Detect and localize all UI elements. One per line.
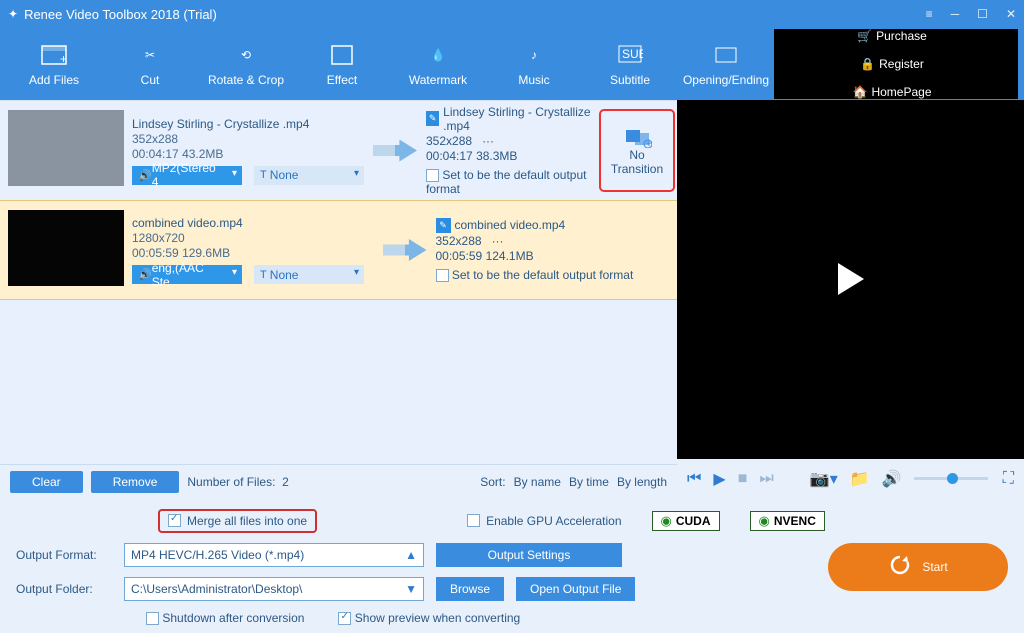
file-resolution: 352x288: [132, 132, 364, 146]
subtitle-button[interactable]: SUBSubtitle: [582, 32, 678, 96]
output-format-label: Output Format:: [16, 548, 112, 562]
home-icon: 🏠: [853, 85, 868, 99]
purchase-link[interactable]: 🛒Purchase: [857, 29, 927, 43]
player-stop-button[interactable]: ■: [738, 470, 748, 488]
rotate-crop-button[interactable]: ⟲Rotate & Crop: [198, 32, 294, 96]
add-files-button[interactable]: +Add Files: [6, 32, 102, 96]
add-files-icon: +: [40, 41, 68, 69]
file-name: combined video.mp4: [132, 216, 374, 230]
nvenc-badge: ◉NVENC: [750, 511, 825, 531]
sort-by-length[interactable]: By length: [617, 475, 667, 489]
file-duration-size: 00:04:17 43.2MB: [132, 147, 364, 161]
subtitle-dropdown[interactable]: T None: [254, 265, 364, 284]
arrow-icon: [374, 201, 436, 299]
volume-icon[interactable]: 🔊: [882, 469, 902, 489]
lock-icon: 🔒: [860, 57, 875, 71]
output-file-name: combined video.mp4: [455, 218, 566, 232]
output-file-name: Lindsey Stirling - Crystallize .mp4: [443, 105, 599, 133]
transition-icon: +: [622, 126, 652, 148]
file-row[interactable]: combined video.mp4 1280x720 00:05:59 129…: [0, 200, 677, 300]
file-thumbnail: [8, 210, 124, 286]
music-icon: ♪: [520, 41, 548, 69]
scissors-icon: ✂: [136, 41, 164, 69]
open-folder-icon[interactable]: 📁: [850, 469, 870, 489]
effect-button[interactable]: Effect: [294, 32, 390, 96]
watermark-icon: 💧: [424, 41, 452, 69]
maximize-icon[interactable]: ☐: [977, 7, 988, 21]
subtitle-icon: SUB: [616, 41, 644, 69]
start-button[interactable]: Start: [828, 543, 1008, 591]
file-count-label: Number of Files: 2: [187, 475, 288, 489]
player-play-button[interactable]: ▶: [713, 469, 725, 489]
opening-ending-button[interactable]: Opening/Ending: [678, 32, 774, 96]
remove-button[interactable]: Remove: [91, 471, 180, 493]
player-next-button[interactable]: ⏭: [759, 470, 773, 488]
output-format-dropdown[interactable]: MP4 HEVC/H.265 Video (*.mp4)▲: [124, 543, 424, 567]
sort-by-time[interactable]: By time: [569, 475, 609, 489]
watermark-button[interactable]: 💧Watermark: [390, 32, 486, 96]
output-folder-label: Output Folder:: [16, 582, 112, 596]
app-logo-icon: ✦: [8, 7, 18, 21]
pencil-icon[interactable]: ✎: [426, 111, 439, 126]
browse-button[interactable]: Browse: [436, 577, 504, 601]
homepage-link[interactable]: 🏠HomePage: [853, 85, 932, 99]
options-icon[interactable]: ≡: [926, 7, 933, 21]
output-settings-button[interactable]: Output Settings: [436, 543, 622, 567]
refresh-icon: [888, 553, 912, 580]
merge-files-checkbox-highlight: Merge all files into one: [158, 509, 317, 533]
cart-icon: 🛒: [857, 29, 872, 43]
svg-text:+: +: [646, 136, 653, 148]
volume-slider[interactable]: [914, 477, 988, 480]
effect-icon: [328, 41, 356, 69]
file-name: Lindsey Stirling - Crystallize .mp4: [132, 117, 364, 131]
clear-button[interactable]: Clear: [10, 471, 83, 493]
transition-button[interactable]: + No Transition: [599, 109, 675, 192]
register-link[interactable]: 🔒Register: [860, 57, 924, 71]
svg-text:+: +: [60, 52, 67, 66]
open-output-folder-button[interactable]: Open Output File: [516, 577, 635, 601]
window-title: Renee Video Toolbox 2018 (Trial): [24, 7, 926, 22]
close-icon[interactable]: ✕: [1006, 7, 1016, 21]
shutdown-checkbox[interactable]: [146, 612, 159, 625]
crop-icon: ⟲: [232, 41, 260, 69]
audio-track-dropdown[interactable]: 🔊 eng,(AAC Ste: [132, 265, 242, 284]
pencil-icon[interactable]: ✎: [436, 218, 451, 233]
music-button[interactable]: ♪Music: [486, 32, 582, 96]
fullscreen-icon[interactable]: ⛶: [1003, 470, 1014, 488]
minimize-icon[interactable]: ─: [951, 7, 960, 21]
output-folder-dropdown[interactable]: C:\Users\Administrator\Desktop\▼: [124, 577, 424, 601]
preview-panel[interactable]: [677, 100, 1024, 459]
arrow-icon: [364, 101, 426, 200]
opening-icon: [712, 41, 740, 69]
player-prev-button[interactable]: ⏮: [687, 470, 701, 488]
sort-by-name[interactable]: By name: [514, 475, 561, 489]
show-preview-checkbox[interactable]: [338, 612, 351, 625]
snapshot-button[interactable]: 📷▾: [810, 469, 838, 489]
default-format-checkbox[interactable]: [426, 169, 439, 182]
gpu-accel-checkbox[interactable]: [467, 514, 480, 527]
default-format-checkbox[interactable]: [436, 269, 449, 282]
play-icon: [838, 263, 864, 295]
file-thumbnail: [8, 110, 124, 186]
file-row[interactable]: Lindsey Stirling - Crystallize .mp4 352x…: [0, 100, 677, 200]
audio-track-dropdown[interactable]: 🔊 MP2(Stereo 4: [132, 166, 242, 185]
svg-text:SUB: SUB: [622, 47, 643, 61]
subtitle-dropdown[interactable]: T None: [254, 166, 364, 185]
cuda-badge: ◉CUDA: [652, 511, 720, 531]
sort-label: Sort:: [480, 475, 505, 489]
merge-files-checkbox[interactable]: [168, 514, 181, 527]
cut-button[interactable]: ✂Cut: [102, 32, 198, 96]
